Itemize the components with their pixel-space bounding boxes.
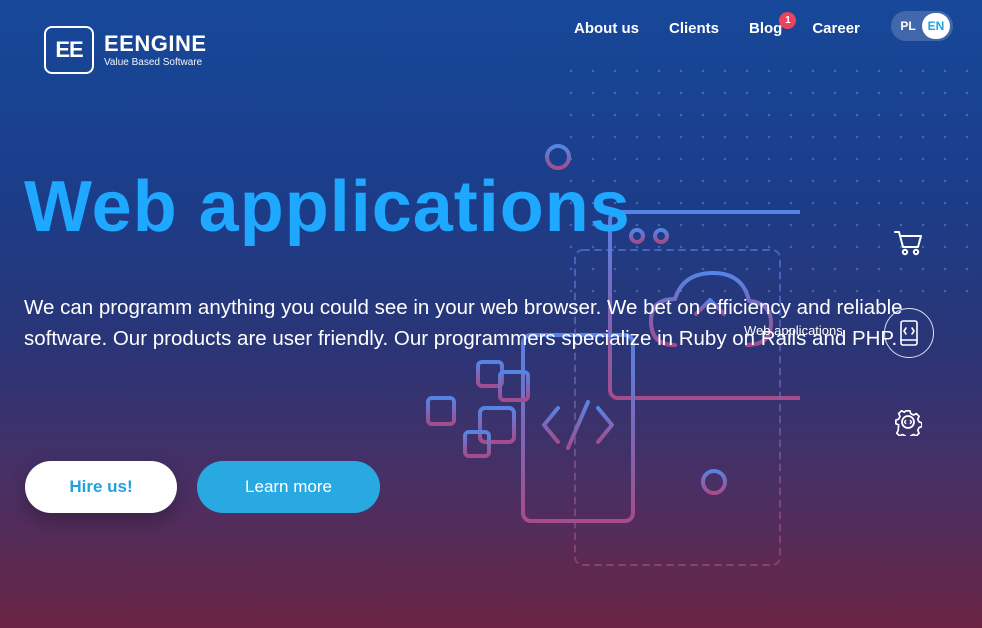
nav-career[interactable]: Career — [812, 20, 860, 37]
gear-code-icon[interactable] — [894, 408, 922, 436]
brand-logo[interactable]: EE EENGINE Value Based Software — [44, 26, 207, 74]
hire-us-button[interactable]: Hire us! — [25, 461, 177, 513]
cart-icon[interactable] — [893, 228, 923, 258]
mobile-code-icon[interactable] — [884, 308, 934, 358]
nav-about-us[interactable]: About us — [574, 20, 639, 37]
nav-clients[interactable]: Clients — [669, 20, 719, 37]
side-menu-active-label: Web applications — [744, 323, 843, 338]
main-nav: About us Clients Blog 1 Career — [574, 12, 860, 37]
brand-name: EENGINE — [104, 30, 207, 56]
lang-option-pl[interactable]: PL — [894, 13, 922, 39]
nav-blog[interactable]: Blog 1 — [749, 12, 797, 37]
lang-option-en[interactable]: EN — [922, 13, 950, 39]
nav-blog-label: Blog — [749, 20, 783, 37]
language-switcher[interactable]: PL EN — [891, 11, 953, 41]
brand-tagline: Value Based Software — [104, 56, 203, 68]
learn-more-button[interactable]: Learn more — [197, 461, 380, 513]
logo-mark: EE — [44, 26, 94, 74]
hero-title: Web applications — [24, 167, 631, 247]
blog-notification-badge: 1 — [779, 12, 797, 29]
